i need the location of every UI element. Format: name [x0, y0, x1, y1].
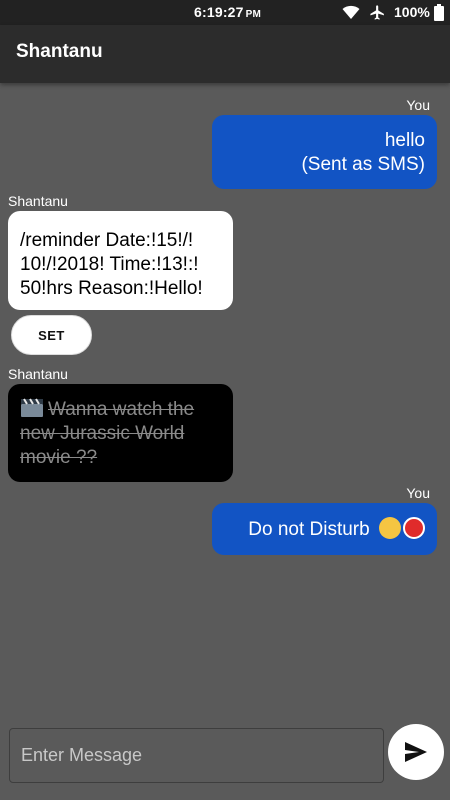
outgoing-message-bubble[interactable]: hello (Sent as SMS)	[212, 115, 437, 189]
message-text-line: hello	[384, 130, 425, 151]
send-icon	[405, 742, 427, 762]
conversation-title: Shantanu	[16, 41, 103, 62]
battery-percent: 100%	[394, 4, 430, 20]
message-text-line: new Jurassic World	[20, 423, 185, 444]
wifi-icon	[342, 5, 360, 19]
status-bar: 6:19:27 PM 100%	[0, 0, 450, 25]
set-reminder-button[interactable]: SET	[11, 315, 92, 355]
sender-label: You	[406, 97, 430, 113]
message-text-line: /reminder Date:!15!/!	[20, 230, 194, 251]
clapper-board-icon	[21, 398, 43, 417]
outgoing-message-bubble[interactable]: Do not Disturb	[212, 503, 437, 555]
sender-label: You	[406, 485, 430, 501]
message-text-line: 10!/!2018! Time:!13!:!	[20, 254, 199, 275]
sender-label: Shantanu	[8, 366, 68, 382]
message-text-line: Do not Disturb	[248, 519, 375, 540]
message-input[interactable]	[10, 729, 383, 782]
airplane-icon	[370, 5, 384, 20]
stop-sign-icon	[403, 517, 425, 539]
app-bar: Shantanu	[0, 25, 450, 83]
message-input-container	[9, 728, 384, 783]
laughing-emoji-icon	[379, 517, 401, 539]
battery-icon	[434, 4, 444, 21]
send-button[interactable]	[388, 724, 444, 780]
message-text-line: (Sent as SMS)	[301, 154, 425, 175]
status-ampm: PM	[245, 9, 262, 20]
incoming-message-bubble[interactable]: Wanna watch the new Jurassic World movie…	[8, 384, 233, 482]
status-time: 6:19:27 PM	[194, 4, 262, 20]
incoming-message-bubble[interactable]: /reminder Date:!15!/! 10!/!2018! Time:!1…	[8, 211, 233, 310]
message-text-line: Wanna watch the	[48, 399, 195, 420]
message-text-line: 50!hrs Reason:!Hello!	[20, 278, 203, 299]
sender-label: Shantanu	[8, 193, 68, 209]
message-text-line: movie ??	[20, 447, 98, 468]
